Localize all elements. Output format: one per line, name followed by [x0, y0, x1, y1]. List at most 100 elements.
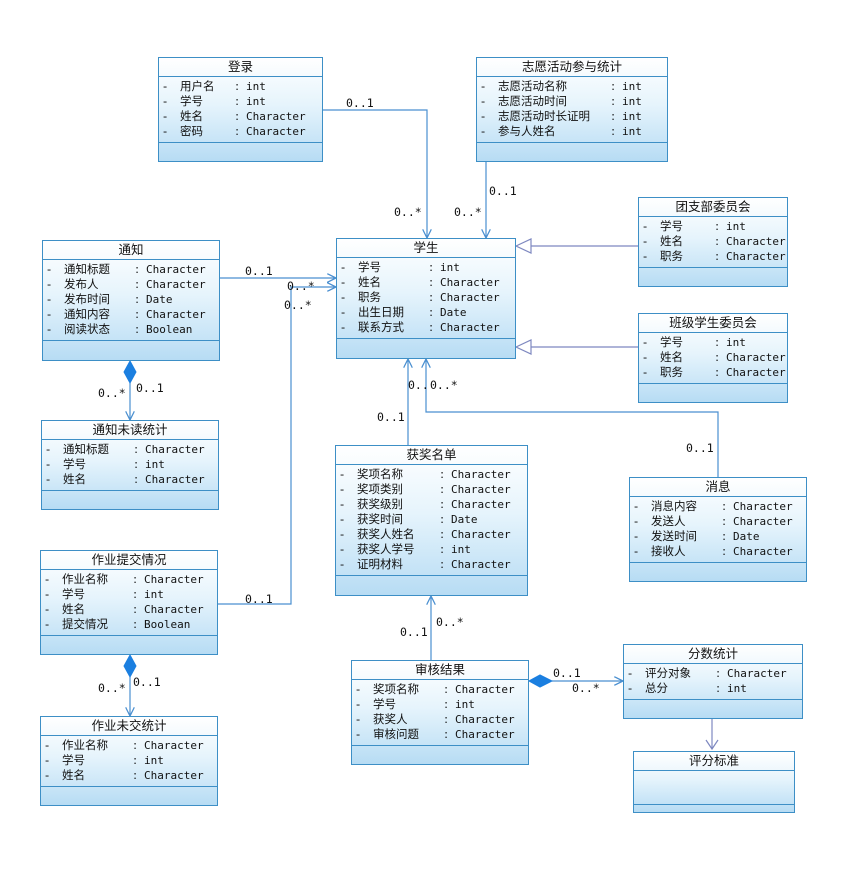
- attribute-name: 职务: [660, 365, 683, 379]
- attribute-separator: :: [444, 682, 448, 696]
- attribute-visibility: -: [643, 249, 648, 263]
- class-unsubmitted[interactable]: 作业未交统计 - 作业名称: Character - 学号: int - 姓名: Characte…: [40, 716, 218, 806]
- attribute-type: Character: [440, 276, 500, 289]
- attribute-name: 姓名: [62, 602, 85, 616]
- attribute-separator: :: [134, 442, 138, 456]
- attribute-row: - 职务: Character: [639, 365, 787, 380]
- class-name: 分数统计: [624, 645, 802, 664]
- class-volunteer[interactable]: 志愿活动参与统计 - 志愿活动名称: int - 志愿活动时间: int - 志愿活动时长证明:…: [476, 57, 668, 162]
- attribute-row: - 用户名: int: [159, 79, 322, 94]
- class-review[interactable]: 审核结果 - 奖项名称: Character - 学号: int - 获奖人: Character…: [351, 660, 529, 765]
- attribute-row: - 职务: Character: [337, 290, 515, 305]
- attribute-separator: :: [722, 499, 726, 513]
- attribute-separator: :: [135, 322, 139, 336]
- attribute-row: - 姓名: Character: [41, 768, 217, 783]
- attribute-type: Character: [440, 291, 500, 304]
- class-unread[interactable]: 通知未读统计 - 通知标题: Character - 学号: int - 姓名: Characte…: [41, 420, 219, 510]
- multiplicity-label: 0..*: [394, 205, 422, 219]
- attribute-row: - 获奖时间: Date: [336, 512, 527, 527]
- operation-compartment: [159, 143, 322, 161]
- attribute-type: Character: [455, 728, 515, 741]
- attribute-visibility: -: [45, 753, 50, 767]
- operation-compartment: [336, 576, 527, 594]
- attribute-name: 志愿活动名称: [498, 79, 567, 93]
- attribute-visibility: -: [163, 109, 168, 123]
- class-award[interactable]: 获奖名单 - 奖项名称: Character - 奖项类别: Character - 获奖级别:…: [335, 445, 528, 596]
- attribute-row: - 发送时间: Date: [630, 529, 806, 544]
- attribute-type: Character: [451, 528, 511, 541]
- attribute-separator: :: [722, 544, 726, 558]
- attribute-name: 通知内容: [64, 307, 110, 321]
- attribute-type: Character: [455, 683, 515, 696]
- attribute-separator: :: [134, 457, 138, 471]
- attribute-separator: :: [135, 262, 139, 276]
- attribute-visibility: -: [481, 79, 486, 93]
- attribute-name: 发布人: [64, 277, 99, 291]
- class-student[interactable]: 学生 - 学号: int - 姓名: Character - 职务: Character - 出生日期…: [336, 238, 516, 359]
- attribute-type: int: [622, 80, 642, 93]
- multiplicity-label: 0..1: [553, 666, 581, 680]
- attribute-name: 姓名: [63, 472, 86, 486]
- class-homework[interactable]: 作业提交情况 - 作业名称: Character - 学号: int - 姓名: Characte…: [40, 550, 218, 655]
- operation-compartment: [42, 491, 218, 509]
- attribute-name: 审核问题: [373, 727, 419, 741]
- class-message[interactable]: 消息 - 消息内容: Character - 发送人: Character - 发送时间: Dat…: [629, 477, 807, 582]
- attribute-row: - 消息内容: Character: [630, 499, 806, 514]
- attribute-separator: :: [235, 124, 239, 138]
- class-criteria[interactable]: 评分标准: [633, 751, 795, 813]
- attribute-visibility: -: [341, 320, 346, 334]
- attribute-row: - 学号: int: [41, 587, 217, 602]
- attribute-row: - 奖项名称: Character: [352, 682, 528, 697]
- attribute-visibility: -: [628, 681, 633, 695]
- attribute-name: 获奖时间: [357, 512, 403, 526]
- generalization-triangle-icon: [514, 339, 532, 355]
- attribute-row: - 通知内容: Character: [43, 307, 219, 322]
- attribute-compartment: - 作业名称: Character - 学号: int - 姓名: Character - 提交情况…: [41, 570, 217, 636]
- attribute-row: - 姓名: Character: [639, 234, 787, 249]
- class-notice[interactable]: 通知 - 通知标题: Character - 发布人: Character - 发布时间: Dat…: [42, 240, 220, 361]
- attribute-row: - 作业名称: Character: [41, 572, 217, 587]
- attribute-row: - 学号: int: [42, 457, 218, 472]
- attribute-separator: :: [715, 219, 719, 233]
- attribute-type: Boolean: [146, 323, 193, 336]
- class-login[interactable]: 登录 - 用户名: int - 学号: int - 姓名: Character - 密码: Charac…: [158, 57, 323, 162]
- attribute-type: Character: [246, 110, 306, 123]
- composition-diamond-icon: [123, 359, 137, 385]
- attribute-visibility: -: [356, 727, 361, 741]
- attribute-name: 学号: [62, 753, 85, 767]
- attribute-visibility: -: [46, 442, 51, 456]
- attribute-name: 奖项名称: [357, 467, 403, 481]
- multiplicity-label: 0..*: [98, 681, 126, 695]
- multiplicity-label: 0..1: [346, 96, 374, 110]
- attribute-visibility: -: [643, 350, 648, 364]
- attribute-row: - 奖项名称: Character: [336, 467, 527, 482]
- attribute-type: int: [622, 95, 642, 108]
- attribute-type: Date: [733, 530, 760, 543]
- attribute-name: 姓名: [62, 768, 85, 782]
- attribute-type: int: [726, 220, 746, 233]
- attribute-separator: :: [440, 482, 444, 496]
- multiplicity-label: 0..1: [489, 184, 517, 198]
- class-league[interactable]: 团支部委员会 - 学号: int - 姓名: Character - 职务: Character: [638, 197, 788, 287]
- composition-diamond-icon: [123, 653, 137, 679]
- attribute-compartment: - 消息内容: Character - 发送人: Character - 发送时间: Date -…: [630, 497, 806, 563]
- attribute-separator: :: [722, 514, 726, 528]
- attribute-visibility: -: [340, 542, 345, 556]
- attribute-row: - 发送人: Character: [630, 514, 806, 529]
- attribute-separator: :: [133, 753, 137, 767]
- attribute-separator: :: [235, 109, 239, 123]
- attribute-row: - 志愿活动时长证明: int: [477, 109, 667, 124]
- class-score[interactable]: 分数统计 - 评分对象: Character - 总分: int: [623, 644, 803, 719]
- attribute-name: 奖项名称: [373, 682, 419, 696]
- attribute-name: 参与人姓名: [498, 124, 556, 138]
- attribute-separator: :: [716, 666, 720, 680]
- attribute-type: int: [622, 125, 642, 138]
- multiplicity-label: 0..1: [133, 675, 161, 689]
- attribute-visibility: -: [634, 499, 639, 513]
- attribute-name: 用户名: [180, 79, 215, 93]
- class-classcommittee[interactable]: 班级学生委员会 - 学号: int - 姓名: Character - 职务: Character: [638, 313, 788, 403]
- attribute-name: 获奖人学号: [357, 542, 415, 556]
- multiplicity-label: 0..*: [436, 615, 464, 629]
- operation-compartment: [630, 563, 806, 581]
- attribute-visibility: -: [47, 322, 52, 336]
